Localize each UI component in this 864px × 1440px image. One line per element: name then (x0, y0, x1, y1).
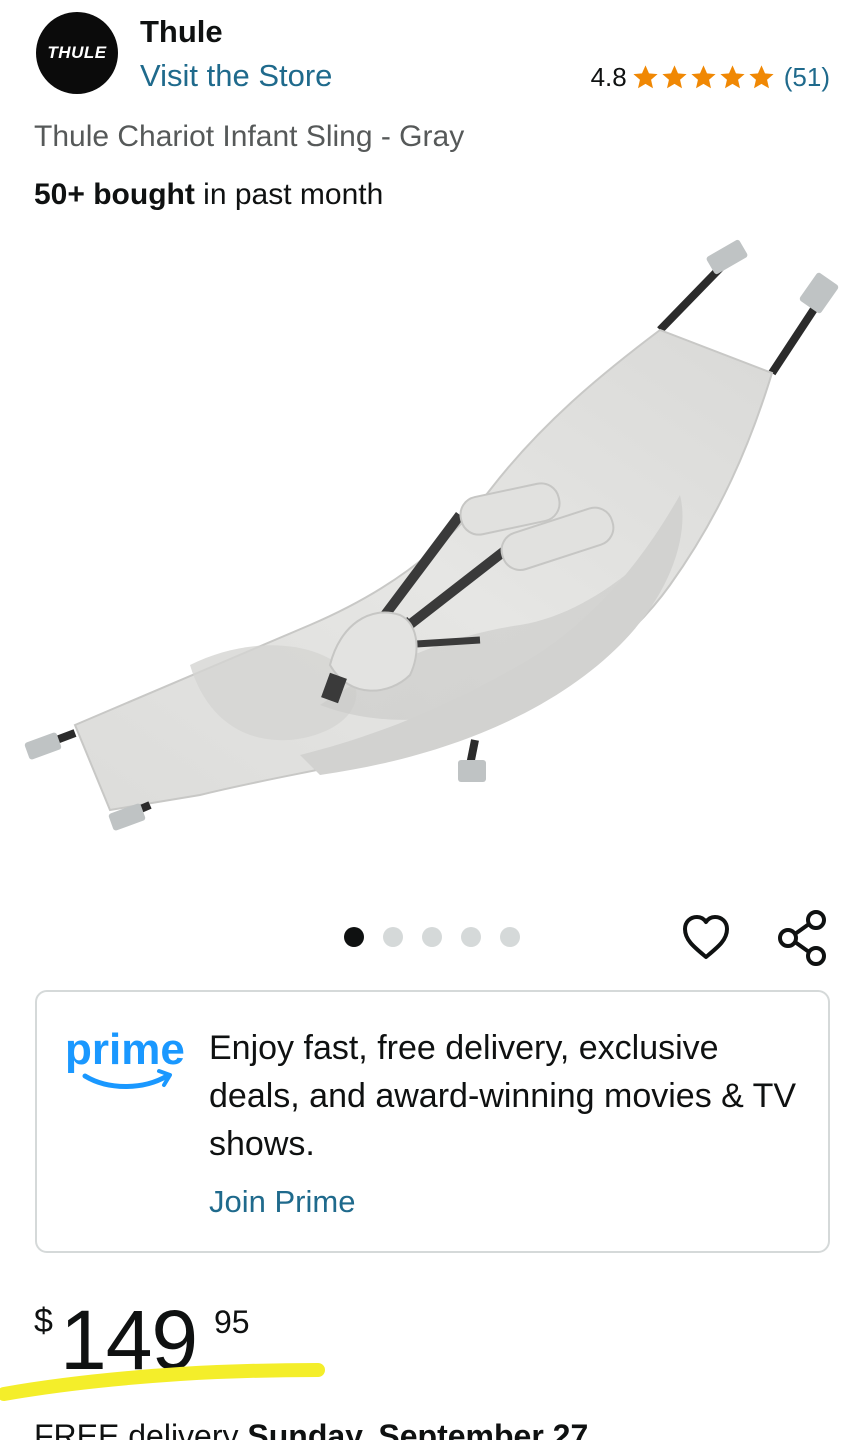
prime-promo-card: prime Enjoy fast, free delivery, exclusi… (35, 990, 830, 1253)
bought-in-past-month: 50+ bought in past month (34, 178, 383, 212)
carousel-dot[interactable] (500, 927, 520, 947)
highlighter-mark (0, 1363, 325, 1401)
brand-name: Thule (140, 14, 223, 49)
bought-period: in past month (194, 178, 384, 211)
price-fraction: 95 (214, 1304, 250, 1340)
brand-logo-text: THULE (47, 43, 107, 62)
carousel-dot[interactable] (461, 927, 481, 947)
star-icon (662, 65, 687, 89)
star-icon (633, 65, 658, 89)
star-icon (691, 65, 716, 89)
rating-count: (51) (783, 62, 830, 92)
prime-logo: prime (65, 1025, 185, 1089)
star-rating (631, 63, 776, 92)
image-carousel-indicator[interactable] (344, 927, 520, 947)
prime-description: Enjoy fast, free delivery, exclusive dea… (209, 1029, 797, 1163)
heart-icon[interactable] (680, 912, 732, 964)
join-prime-link[interactable]: Join Prime (209, 1184, 355, 1220)
carousel-dot-active[interactable] (344, 927, 364, 947)
carousel-dot[interactable] (422, 927, 442, 947)
share-icon[interactable] (776, 910, 828, 966)
rating-value: 4.8 (590, 62, 627, 92)
price-currency: $ (34, 1302, 53, 1340)
brand-logo[interactable]: THULE (36, 12, 118, 94)
rating-summary[interactable]: 4.8 (51) (591, 62, 830, 93)
carousel-dot[interactable] (383, 927, 403, 947)
visit-store-link[interactable]: Visit the Store (140, 58, 332, 94)
brand-header: THULE Thule Visit the Store 4.8 (51) (0, 0, 864, 110)
delivery-info: FREE delivery Sunday, September 27 (34, 1418, 588, 1440)
product-title: Thule Chariot Infant Sling - Gray (34, 120, 465, 153)
product-image[interactable] (20, 235, 850, 875)
star-icon (749, 65, 774, 89)
star-icon (720, 65, 745, 89)
delivery-date: Sunday, September 27 (247, 1418, 589, 1440)
bought-count: 50+ bought (34, 178, 195, 211)
prime-logo-text: prime (65, 1025, 185, 1074)
delivery-prefix: FREE delivery (34, 1418, 248, 1440)
